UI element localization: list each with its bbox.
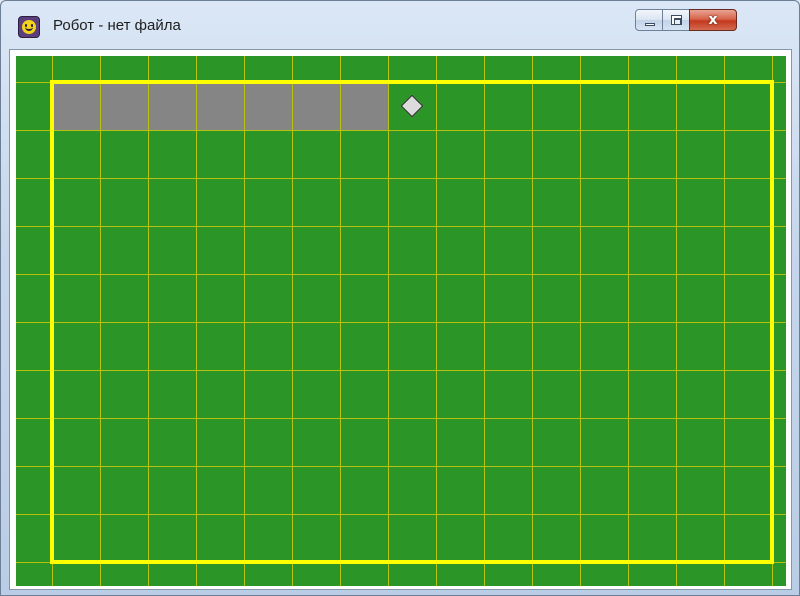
painted-cell bbox=[293, 83, 340, 130]
window-title: Робот - нет файла bbox=[53, 17, 181, 34]
maximize-button[interactable] bbox=[662, 9, 690, 31]
wall-left bbox=[50, 80, 54, 564]
painted-cell bbox=[101, 83, 148, 130]
painted-cell bbox=[149, 83, 196, 130]
smiley-mouth bbox=[25, 27, 33, 31]
close-icon: x bbox=[708, 12, 718, 28]
robot-field[interactable] bbox=[16, 56, 786, 586]
painted-cell bbox=[341, 83, 388, 130]
title-bar[interactable]: Робот - нет файла x bbox=[1, 1, 799, 49]
maximize-icon bbox=[671, 15, 682, 25]
painted-cell bbox=[53, 83, 100, 130]
robot-diamond-icon bbox=[400, 94, 424, 118]
painted-cell bbox=[245, 83, 292, 130]
close-button[interactable]: x bbox=[689, 9, 737, 31]
painted-cell bbox=[197, 83, 244, 130]
wall-top bbox=[50, 80, 774, 84]
wall-right bbox=[770, 80, 774, 564]
minimize-button[interactable] bbox=[635, 9, 663, 31]
minimize-icon bbox=[645, 23, 655, 26]
robot-smiley-icon[interactable] bbox=[18, 16, 40, 38]
smiley-face bbox=[22, 20, 36, 34]
wall-bottom bbox=[50, 560, 774, 564]
